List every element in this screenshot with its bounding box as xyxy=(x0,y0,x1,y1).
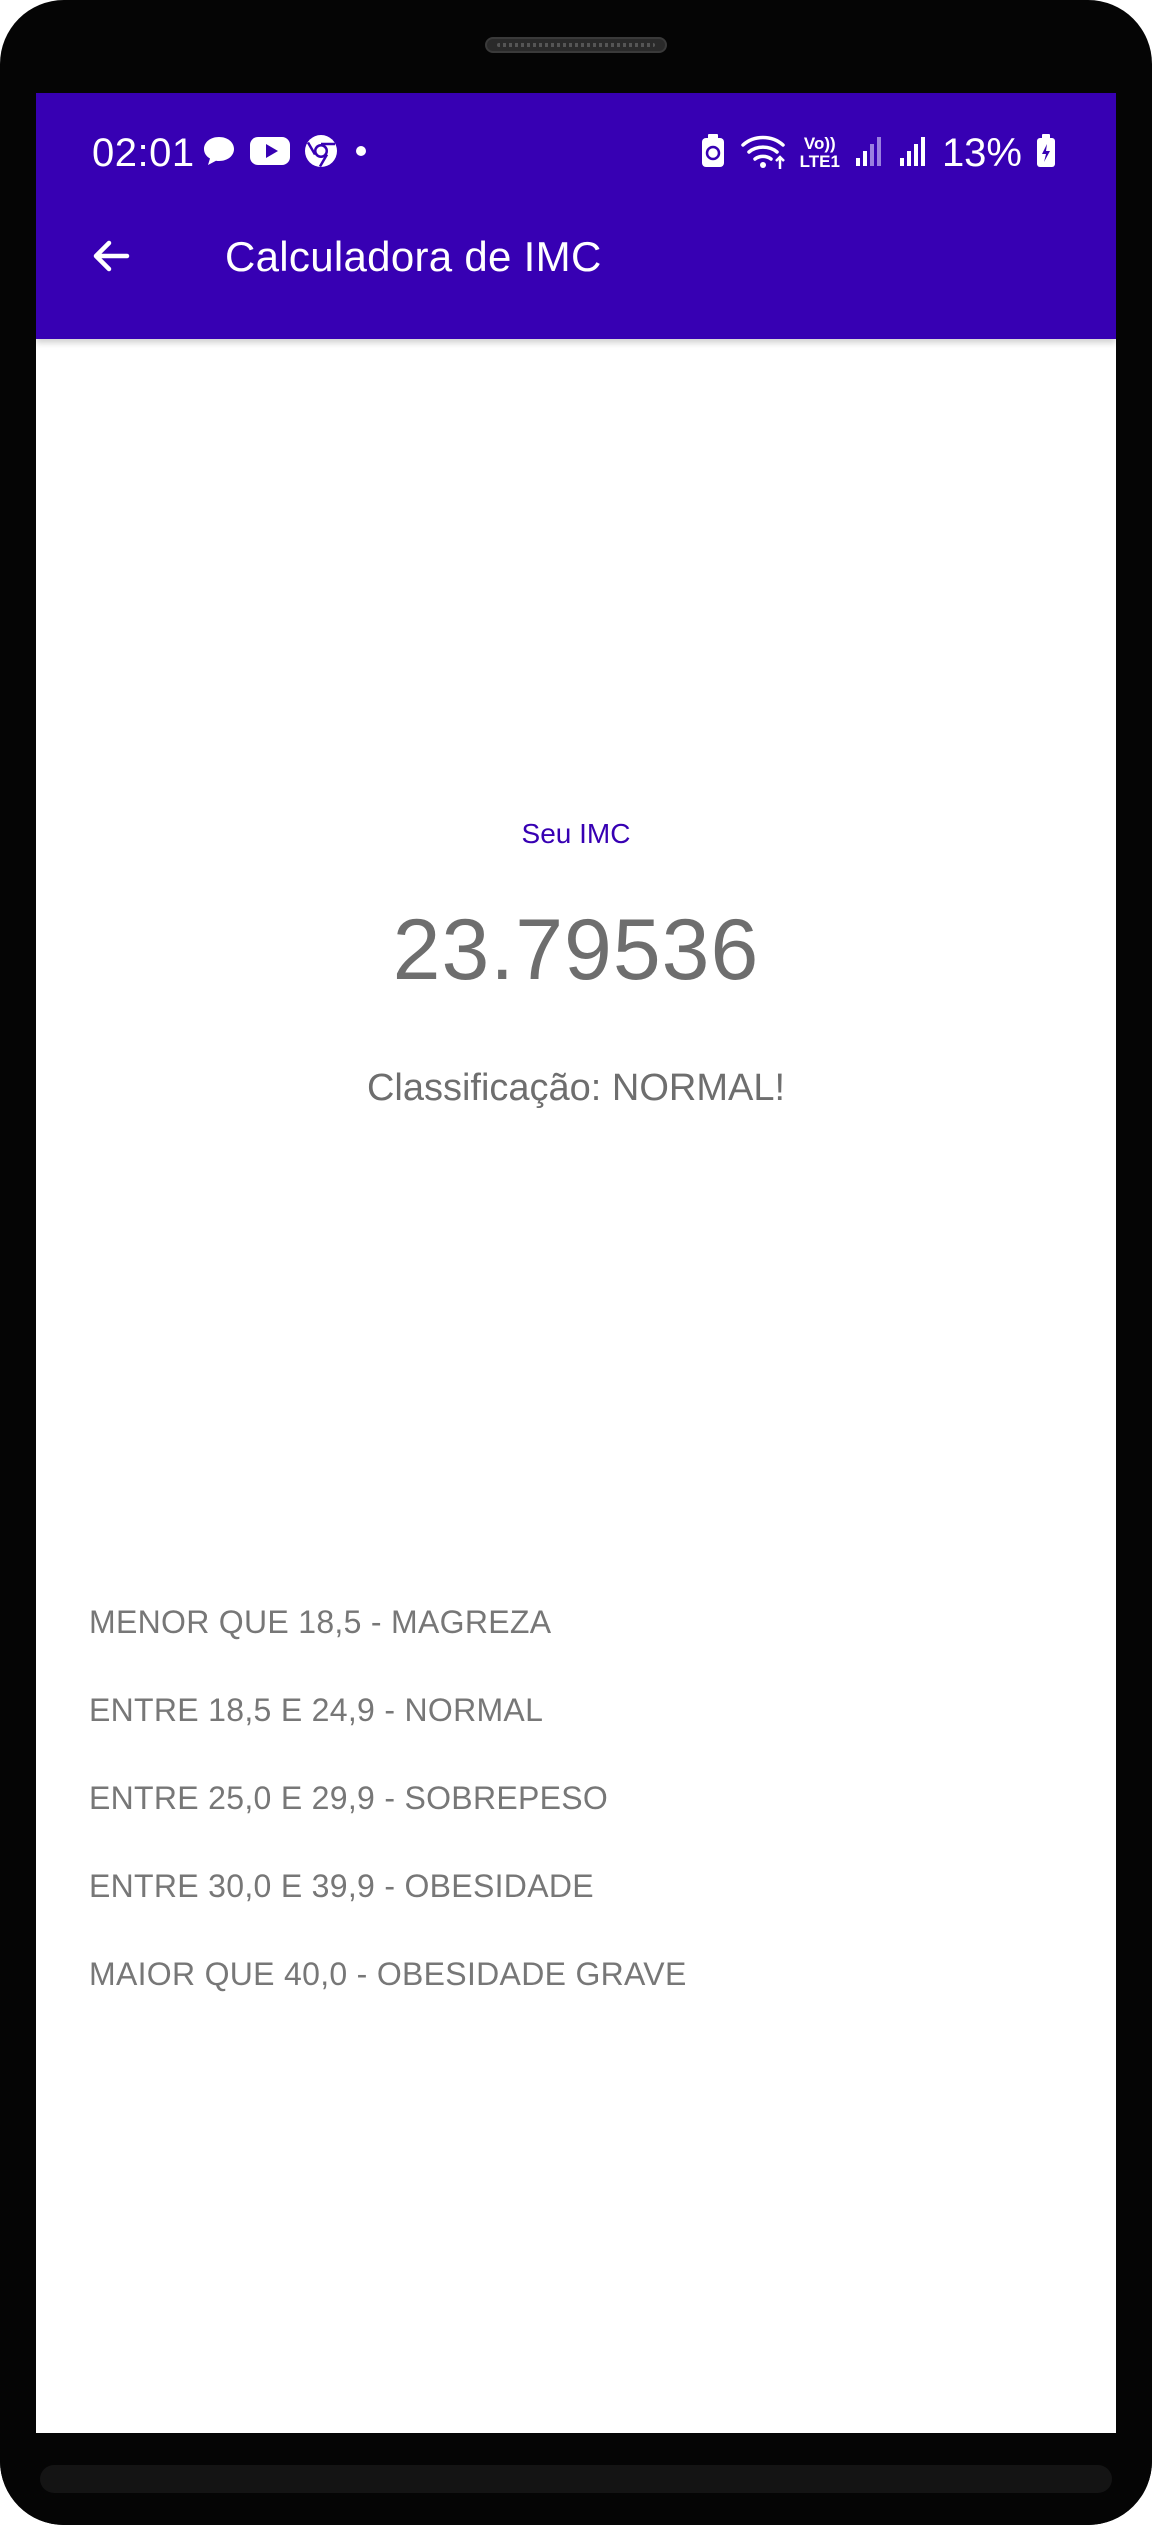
status-time: 02:01 xyxy=(92,131,195,175)
chat-bubble-icon xyxy=(201,133,237,174)
imc-value: 23.79536 xyxy=(392,902,760,998)
app-screen: 02:01 Vo)) LTE1 13% Calculadora de IMC S… xyxy=(36,93,1116,2433)
dot-icon xyxy=(351,141,371,166)
signal-icon-2 xyxy=(898,134,928,173)
wifi-icon xyxy=(740,131,786,176)
volte-lte-icon: Vo)) LTE1 xyxy=(799,134,840,171)
youtube-icon xyxy=(249,135,291,172)
earpiece-speaker xyxy=(485,37,667,53)
back-button[interactable] xyxy=(76,223,146,293)
range-item: MAIOR QUE 40,0 - OBESIDADE GRAVE xyxy=(89,1956,687,1992)
battery-charging-icon xyxy=(1036,133,1056,173)
signal-icon xyxy=(854,134,884,173)
range-item: MENOR QUE 18,5 - MAGREZA xyxy=(89,1604,552,1640)
arrow-back-icon xyxy=(87,232,135,285)
range-item: ENTRE 30,0 E 39,9 - OBESIDADE xyxy=(89,1868,594,1904)
system-status-icons: Vo)) LTE1 13% xyxy=(700,131,1056,175)
range-item: ENTRE 25,0 E 29,9 - SOBREPESO xyxy=(89,1780,609,1816)
classification-text: Classificação: NORMAL! xyxy=(366,1067,786,1109)
notification-icons xyxy=(201,133,371,173)
battery-percentage: 13% xyxy=(941,130,1022,175)
range-item: ENTRE 18,5 E 24,9 - NORMAL xyxy=(89,1692,544,1728)
bottom-bezel xyxy=(0,2433,1152,2525)
phone-frame: 02:01 Vo)) LTE1 13% Calculadora de IMC S… xyxy=(0,0,1152,2525)
battery-saver-icon xyxy=(700,133,726,174)
page-title: Calculadora de IMC xyxy=(225,233,602,280)
imc-ranges-list: MENOR QUE 18,5 - MAGREZA ENTRE 18,5 E 24… xyxy=(89,1578,687,2018)
imc-label: Seu IMC xyxy=(521,818,631,849)
app-bar: 02:01 Vo)) LTE1 13% Calculadora de IMC xyxy=(36,93,1116,339)
chrome-icon xyxy=(303,133,339,174)
